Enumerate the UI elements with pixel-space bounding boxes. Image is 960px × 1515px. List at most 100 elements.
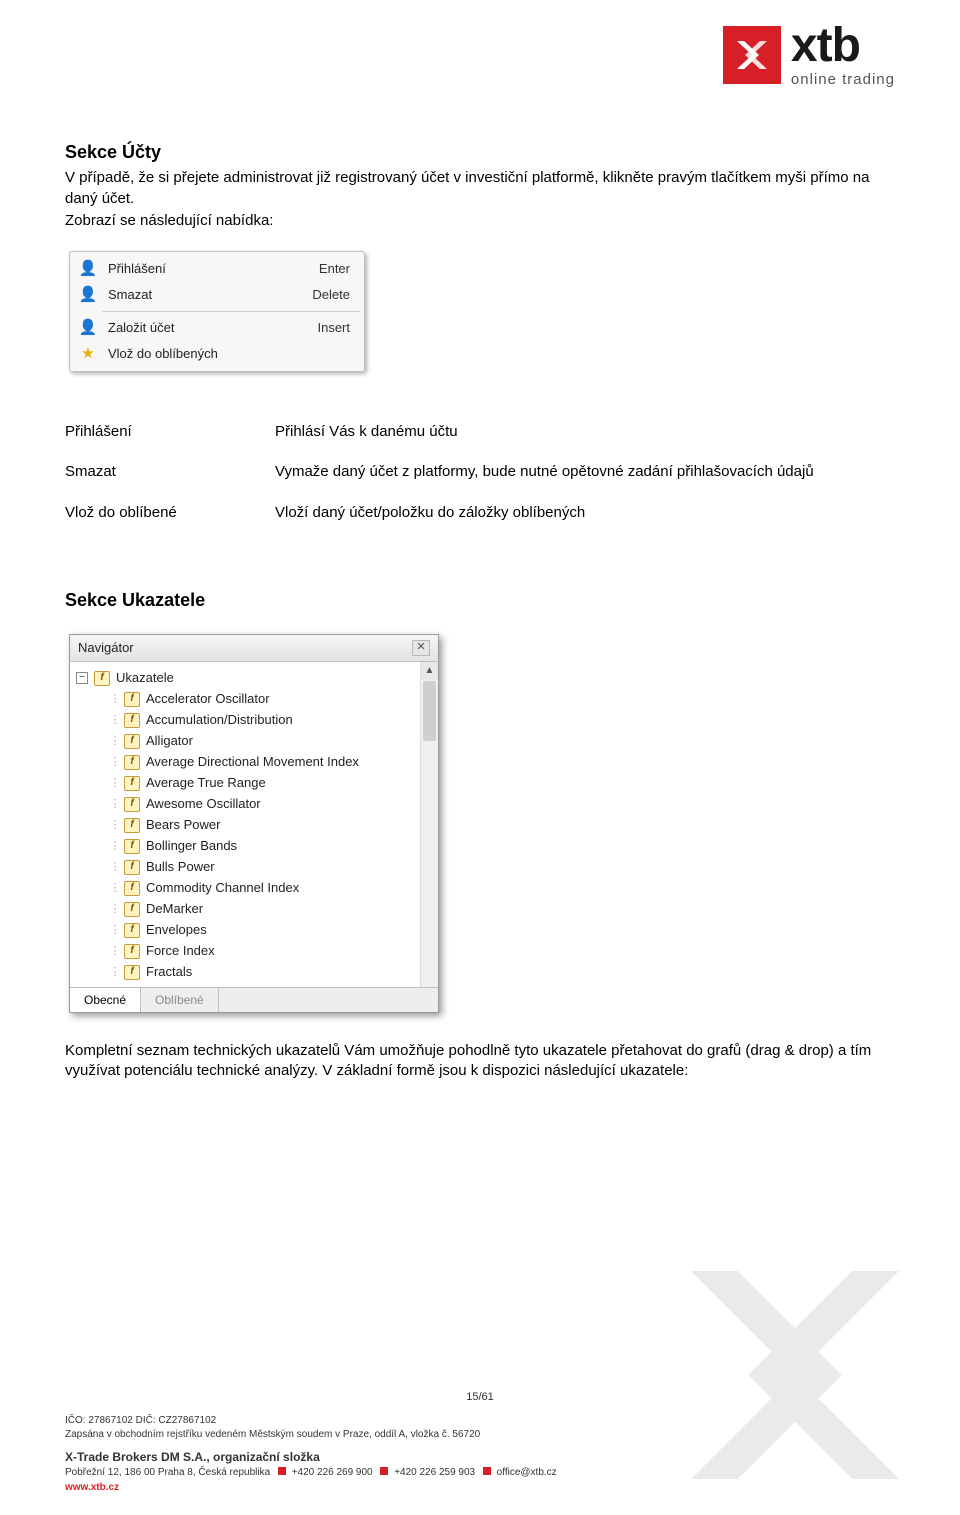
tree-item[interactable]: ⋮fFractals xyxy=(76,962,418,983)
navigator-title-text: Navigátor xyxy=(78,639,412,657)
function-icon: f xyxy=(124,692,140,707)
context-menu-item-login[interactable]: 👤 Přihlášení Enter xyxy=(72,256,362,282)
context-item-label: Přihlášení xyxy=(108,260,319,278)
footer-phone2: +420 226 259 903 xyxy=(394,1467,475,1478)
context-menu-item-create-account[interactable]: 👤 Založit účet Insert xyxy=(72,315,362,341)
def-value: Přihlásí Vás k danému účtu xyxy=(275,412,875,452)
separator-icon xyxy=(483,1467,491,1475)
tree-branch-icon: ⋮ xyxy=(106,692,124,707)
tree-item[interactable]: ⋮f Commodity Channel Index xyxy=(76,878,418,899)
function-icon: f xyxy=(124,713,140,728)
footer-phone1: +420 226 269 900 xyxy=(292,1467,373,1478)
navigator-tabs: Obecné Oblíbené xyxy=(70,987,438,1012)
tree-item[interactable]: ⋮fForce Index xyxy=(76,941,418,962)
tree-item-label: Accelerator Oscillator xyxy=(146,690,270,708)
navigator-panel: Navigátor ✕ ▲ − f Ukazatele ⋮fAccelerato… xyxy=(69,634,439,1013)
tree-root-ukazatele[interactable]: − f Ukazatele xyxy=(76,668,418,689)
tree-item-label: Average Directional Movement Index xyxy=(146,753,359,771)
tree-branch-icon: ⋮ xyxy=(106,776,124,791)
tree-item[interactable]: ⋮f Accumulation/Distribution xyxy=(76,710,418,731)
function-icon: f xyxy=(124,755,140,770)
tree-branch-icon: ⋮ xyxy=(106,797,124,812)
tree-item-label: DeMarker xyxy=(146,900,203,918)
tree-branch-icon: ⋮ xyxy=(106,881,124,896)
tree-item-label: Awesome Oscillator xyxy=(146,795,261,813)
context-item-label: Smazat xyxy=(108,286,312,304)
def-key: Smazat xyxy=(65,452,275,492)
def-key: Vlož do oblíbené xyxy=(65,493,275,533)
footer-address: Pobřežní 12, 186 00 Praha 8, Česká repub… xyxy=(65,1467,270,1478)
context-menu-item-delete[interactable]: 👤 Smazat Delete xyxy=(72,282,362,308)
function-icon: f xyxy=(124,965,140,980)
separator-icon xyxy=(278,1467,286,1475)
tree-item[interactable]: ⋮fDeMarker xyxy=(76,899,418,920)
logo-mark xyxy=(723,26,781,84)
tree-item[interactable]: ⋮f Average True Range xyxy=(76,773,418,794)
function-icon: f xyxy=(124,902,140,917)
tree-item-label: Fractals xyxy=(146,963,192,981)
tree-item[interactable]: ⋮fAwesome Oscillator xyxy=(76,794,418,815)
section3-para: Kompletní seznam technických ukazatelů V… xyxy=(65,1041,895,1082)
tree-item[interactable]: ⋮f Bollinger Bands xyxy=(76,836,418,857)
tree-item-label: Bears Power xyxy=(146,816,220,834)
function-icon: f xyxy=(124,818,140,833)
function-icon: f xyxy=(124,734,140,749)
footer-company: X-Trade Brokers DM S.A., organizační slo… xyxy=(65,1449,895,1466)
tree-item[interactable]: ⋮fBulls Power xyxy=(76,857,418,878)
context-item-shortcut: Delete xyxy=(312,286,350,304)
page-number: 15/61 xyxy=(65,1390,895,1406)
function-icon: f xyxy=(124,923,140,938)
section-ukazatele-title: Sekce Ukazatele xyxy=(65,588,895,612)
tree-branch-icon: ⋮ xyxy=(106,944,124,959)
footer-registration: Zapsána v obchodním rejstříku vedeném Mě… xyxy=(65,1428,895,1443)
tree-item-label: Average True Range xyxy=(146,774,266,792)
tab-oblibene[interactable]: Oblíbené xyxy=(141,988,219,1012)
footer-contact-line: Pobřežní 12, 186 00 Praha 8, Česká repub… xyxy=(65,1466,895,1481)
def-value: Vloží daný účet/položku do záložky oblíb… xyxy=(275,493,875,533)
section1-para1: V případě, že si přejete administrovat j… xyxy=(65,168,895,209)
table-row: Přihlášení Přihlásí Vás k danému účtu xyxy=(65,412,875,452)
tree-item[interactable]: ⋮f Bears Power xyxy=(76,815,418,836)
function-icon: f xyxy=(124,776,140,791)
def-key: Přihlášení xyxy=(65,412,275,452)
page-footer: 15/61 IČO: 27867102 DIČ: CZ27867102 Zaps… xyxy=(65,1390,895,1495)
tree-item-label: Bollinger Bands xyxy=(146,837,237,855)
user-delete-icon: 👤 xyxy=(78,285,98,305)
tree-item-label: Envelopes xyxy=(146,921,207,939)
scrollbar[interactable]: ▲ xyxy=(420,662,438,987)
footer-website[interactable]: www.xtb.cz xyxy=(65,1481,895,1496)
menu-separator xyxy=(102,311,360,312)
tree-root-label: Ukazatele xyxy=(116,669,174,687)
tree-branch-icon: ⋮ xyxy=(106,839,124,854)
tree-item-label: Force Index xyxy=(146,942,215,960)
def-value: Vymaže daný účet z platformy, bude nutné… xyxy=(275,452,875,492)
action-definitions-table: Přihlášení Přihlásí Vás k danému účtu Sm… xyxy=(65,412,875,533)
tree-branch-icon: ⋮ xyxy=(106,713,124,728)
tree-item[interactable]: ⋮f Envelopes xyxy=(76,920,418,941)
user-add-icon: 👤 xyxy=(78,259,98,279)
tree-item-label: Commodity Channel Index xyxy=(146,879,299,897)
tree-item[interactable]: ⋮fAlligator xyxy=(76,731,418,752)
brand-logo: xtb online trading xyxy=(723,22,895,87)
tree-branch-icon: ⋮ xyxy=(106,818,124,833)
tree-item[interactable]: ⋮f Accelerator Oscillator xyxy=(76,689,418,710)
function-icon: f xyxy=(124,881,140,896)
tree-branch-icon: ⋮ xyxy=(106,923,124,938)
star-icon: ★ xyxy=(78,344,98,364)
table-row: Smazat Vymaže daný účet z platformy, bud… xyxy=(65,452,875,492)
collapse-icon[interactable]: − xyxy=(76,672,88,684)
scroll-thumb[interactable] xyxy=(423,681,436,741)
tree-item-label: Accumulation/Distribution xyxy=(146,711,293,729)
close-icon[interactable]: ✕ xyxy=(412,640,430,656)
tab-obecne[interactable]: Obecné xyxy=(70,988,141,1012)
context-menu-item-favorite[interactable]: ★ Vlož do oblíbených xyxy=(72,341,362,367)
navigator-titlebar: Navigátor ✕ xyxy=(70,635,438,662)
tree-item[interactable]: ⋮fAverage Directional Movement Index xyxy=(76,752,418,773)
logo-brand-text: xtb xyxy=(791,22,895,70)
function-icon: f xyxy=(94,671,110,686)
footer-email: office@xtb.cz xyxy=(497,1467,557,1478)
section-ucty-title: Sekce Účty xyxy=(65,140,895,164)
navigator-tree: − f Ukazatele ⋮fAccelerator Oscillator⋮f… xyxy=(76,668,418,983)
function-icon: f xyxy=(124,839,140,854)
scroll-up-icon[interactable]: ▲ xyxy=(421,662,438,680)
